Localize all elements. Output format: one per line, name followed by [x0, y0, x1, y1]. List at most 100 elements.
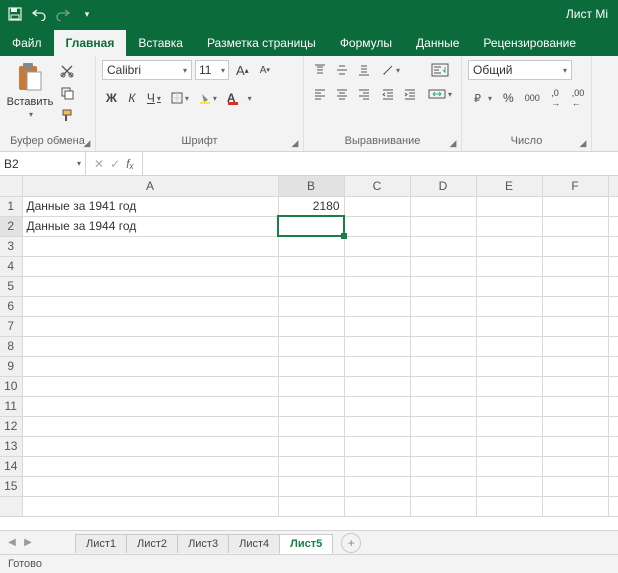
cell[interactable]: [476, 376, 542, 396]
font-name-select[interactable]: Calibri▾: [102, 60, 192, 80]
sheet-nav-prev-icon[interactable]: ◀: [4, 537, 20, 548]
format-painter-icon[interactable]: [58, 106, 76, 124]
sheet-tab[interactable]: Лист2: [126, 534, 178, 553]
cell[interactable]: [542, 316, 608, 336]
cell[interactable]: [542, 356, 608, 376]
save-icon[interactable]: [6, 5, 24, 23]
sheet-tab[interactable]: Лист1: [75, 534, 127, 553]
qat-customize-icon[interactable]: ▾: [78, 5, 96, 23]
cell[interactable]: [542, 456, 608, 476]
tab-data[interactable]: Данные: [404, 30, 471, 56]
col-header[interactable]: [608, 176, 618, 196]
sheet-tab[interactable]: Лист4: [228, 534, 280, 553]
cell[interactable]: [410, 496, 476, 516]
cell[interactable]: [278, 296, 344, 316]
cell[interactable]: [608, 456, 618, 476]
cell[interactable]: [278, 416, 344, 436]
cell[interactable]: [476, 196, 542, 216]
row-header[interactable]: 7: [0, 316, 22, 336]
decrease-font-icon[interactable]: A▾: [256, 60, 274, 80]
increase-indent-icon[interactable]: [400, 84, 420, 104]
cell[interactable]: [410, 336, 476, 356]
cell[interactable]: [278, 396, 344, 416]
undo-icon[interactable]: [30, 5, 48, 23]
number-format-select[interactable]: Общий▾: [468, 60, 572, 80]
cell[interactable]: [542, 256, 608, 276]
cell[interactable]: [542, 396, 608, 416]
cell[interactable]: [542, 476, 608, 496]
font-size-select[interactable]: 11▾: [195, 60, 229, 80]
cell[interactable]: [278, 336, 344, 356]
cell[interactable]: [608, 476, 618, 496]
cell[interactable]: [476, 316, 542, 336]
copy-icon[interactable]: [58, 84, 76, 102]
cell[interactable]: [542, 376, 608, 396]
accept-formula-icon[interactable]: ✓: [110, 157, 120, 171]
paste-button[interactable]: Вставить ▾: [6, 60, 54, 119]
row-header[interactable]: 3: [0, 236, 22, 256]
cell[interactable]: [608, 376, 618, 396]
row-header[interactable]: 4: [0, 256, 22, 276]
cell[interactable]: [608, 296, 618, 316]
tab-layout[interactable]: Разметка страницы: [195, 30, 328, 56]
dialog-launcher-icon[interactable]: ◢: [81, 137, 93, 149]
dialog-launcher-icon[interactable]: ◢: [577, 137, 589, 149]
cell[interactable]: [608, 236, 618, 256]
row-header[interactable]: 1: [0, 196, 22, 216]
col-header[interactable]: E: [476, 176, 542, 196]
cell[interactable]: [278, 276, 344, 296]
cell[interactable]: [608, 396, 618, 416]
cell[interactable]: [542, 276, 608, 296]
cell[interactable]: [278, 456, 344, 476]
decrease-decimal-icon[interactable]: ,00←: [568, 88, 589, 108]
cell[interactable]: [608, 496, 618, 516]
cell[interactable]: [410, 196, 476, 216]
tab-insert[interactable]: Вставка: [126, 30, 195, 56]
cell[interactable]: Данные за 1944 год: [22, 216, 278, 236]
align-left-icon[interactable]: [310, 84, 330, 104]
cell[interactable]: [278, 436, 344, 456]
col-header[interactable]: B: [278, 176, 344, 196]
increase-font-icon[interactable]: A▴: [232, 60, 253, 80]
cell[interactable]: [542, 296, 608, 316]
bold-button[interactable]: Ж: [102, 88, 121, 108]
row-header[interactable]: 8: [0, 336, 22, 356]
cell[interactable]: [22, 476, 278, 496]
cell[interactable]: [278, 256, 344, 276]
tab-file[interactable]: Файл: [0, 30, 54, 56]
cell[interactable]: [22, 236, 278, 256]
row-header[interactable]: 13: [0, 436, 22, 456]
row-header[interactable]: 9: [0, 356, 22, 376]
col-header[interactable]: C: [344, 176, 410, 196]
cancel-formula-icon[interactable]: ✕: [94, 157, 104, 171]
row-header[interactable]: 15: [0, 476, 22, 496]
col-header[interactable]: A: [22, 176, 278, 196]
cell[interactable]: [278, 356, 344, 376]
cell[interactable]: [22, 376, 278, 396]
tab-review[interactable]: Рецензирование: [471, 30, 588, 56]
cell[interactable]: [608, 436, 618, 456]
cell[interactable]: [278, 476, 344, 496]
cell[interactable]: [22, 356, 278, 376]
merge-center-icon[interactable]: ▾: [424, 84, 456, 104]
cell[interactable]: [410, 476, 476, 496]
decrease-indent-icon[interactable]: [378, 84, 398, 104]
cell[interactable]: [344, 396, 410, 416]
cell[interactable]: [410, 316, 476, 336]
wrap-text-icon[interactable]: [424, 60, 456, 80]
cell[interactable]: [410, 376, 476, 396]
cell[interactable]: [278, 496, 344, 516]
italic-button[interactable]: К: [123, 88, 141, 108]
cell[interactable]: [608, 356, 618, 376]
select-all-corner[interactable]: [0, 176, 22, 196]
comma-format-icon[interactable]: 000: [521, 88, 544, 108]
cell[interactable]: [344, 416, 410, 436]
cut-icon[interactable]: [58, 62, 76, 80]
cell-selected[interactable]: [278, 216, 344, 236]
increase-decimal-icon[interactable]: ,0→: [547, 88, 565, 108]
cell[interactable]: [476, 336, 542, 356]
cell[interactable]: [344, 356, 410, 376]
col-header[interactable]: D: [410, 176, 476, 196]
align-bottom-icon[interactable]: [354, 60, 374, 80]
fill-color-icon[interactable]: ▾: [195, 88, 221, 108]
